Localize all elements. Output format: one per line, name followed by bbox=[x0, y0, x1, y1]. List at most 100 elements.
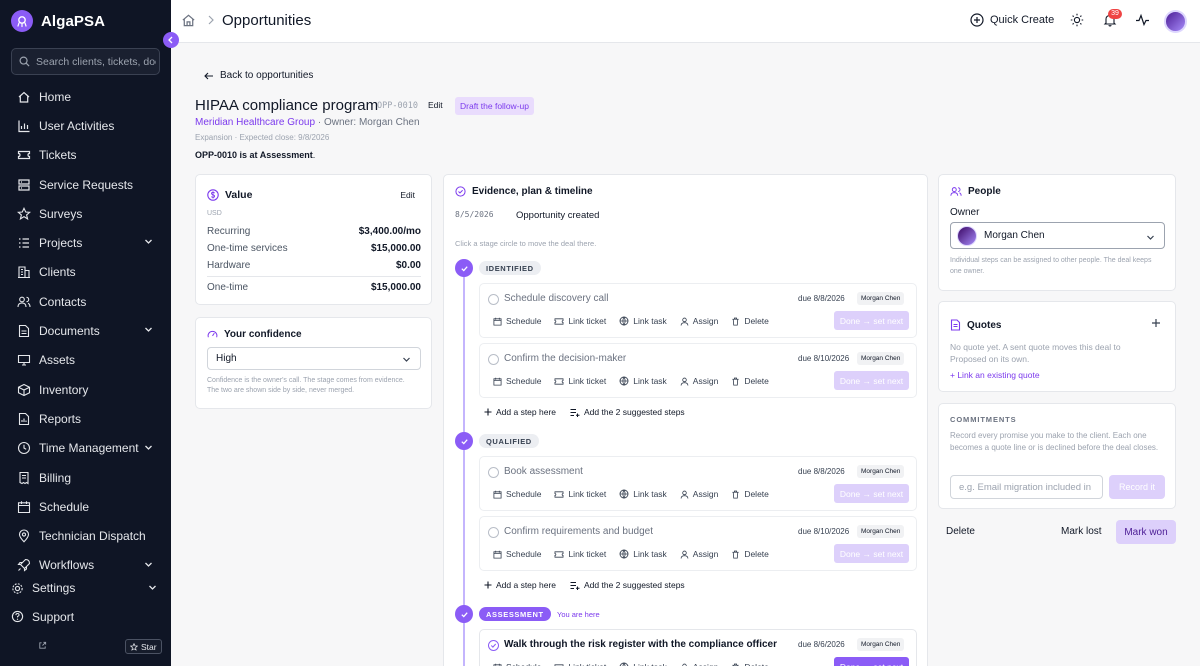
stage-circle-identified[interactable] bbox=[455, 259, 473, 277]
step-delete-button[interactable]: Delete bbox=[731, 376, 769, 386]
add-suggested-steps-button[interactable]: Add the 2 suggested steps bbox=[570, 580, 685, 590]
step-owner-chip[interactable]: Morgan Chen bbox=[857, 465, 905, 478]
step-assign-button[interactable]: Assign bbox=[680, 376, 718, 386]
mark-lost-button[interactable]: Mark lost bbox=[1061, 526, 1102, 537]
stage-label: QUALIFIED bbox=[479, 434, 539, 448]
step-title[interactable]: Confirm requirements and budget bbox=[504, 526, 653, 537]
step-action-label: Assign bbox=[692, 549, 719, 559]
brand[interactable]: AlgaPSA bbox=[11, 10, 105, 32]
step-link-task-button[interactable]: Link task bbox=[619, 662, 667, 666]
step-assign-button[interactable]: Assign bbox=[680, 489, 718, 499]
done-set-next-button[interactable]: Done → set next bbox=[834, 657, 909, 666]
step-owner-chip[interactable]: Morgan Chen bbox=[857, 352, 905, 365]
value-row: One-time services $15,000.00 bbox=[207, 243, 421, 254]
sidebar-item-projects[interactable]: Projects bbox=[0, 228, 171, 257]
sidebar-item-settings[interactable]: Settings bbox=[0, 576, 171, 600]
sidebar-item-assets[interactable]: Assets bbox=[0, 346, 171, 375]
commitment-input[interactable] bbox=[950, 475, 1103, 499]
edit-value-button[interactable]: Edit bbox=[400, 190, 415, 200]
done-set-next-button[interactable]: Done → set next bbox=[834, 544, 909, 563]
sidebar-item-contacts[interactable]: Contacts bbox=[0, 287, 171, 316]
step-schedule-button[interactable]: Schedule bbox=[493, 549, 541, 559]
user-avatar[interactable] bbox=[1164, 10, 1187, 33]
sidebar-item-label: Clients bbox=[39, 265, 76, 280]
sidebar-item-support[interactable]: Support bbox=[0, 600, 171, 633]
external-link-icon[interactable] bbox=[38, 641, 47, 650]
sidebar-item-user-activities[interactable]: User Activities bbox=[0, 111, 171, 140]
edit-opportunity-button[interactable]: Edit bbox=[428, 100, 443, 110]
home-icon[interactable] bbox=[181, 13, 196, 28]
step-owner-chip[interactable]: Morgan Chen bbox=[857, 292, 905, 305]
step-delete-button[interactable]: Delete bbox=[731, 662, 769, 666]
sidebar-item-service-requests[interactable]: Service Requests bbox=[0, 170, 171, 199]
owner-select[interactable]: Morgan Chen bbox=[950, 222, 1165, 249]
chevron-down-icon bbox=[403, 357, 410, 362]
step-title[interactable]: Confirm the decision-maker bbox=[504, 353, 626, 364]
stage-circle-assessment[interactable] bbox=[455, 605, 473, 623]
client-link[interactable]: Meridian Healthcare Group bbox=[195, 117, 315, 128]
step-link-task-button[interactable]: Link task bbox=[619, 489, 667, 499]
step-title[interactable]: Book assessment bbox=[504, 466, 583, 477]
done-set-next-button[interactable]: Done → set next bbox=[834, 484, 909, 503]
step-title[interactable]: Walk through the risk register with the … bbox=[504, 639, 777, 650]
stage-circle-qualified[interactable] bbox=[455, 432, 473, 450]
step-schedule-button[interactable]: Schedule bbox=[493, 316, 541, 326]
add-step-button[interactable]: Add a step here bbox=[484, 407, 556, 417]
step-delete-button[interactable]: Delete bbox=[731, 549, 769, 559]
sidebar-item-home[interactable]: Home bbox=[0, 82, 171, 111]
sidebar-item-time-management[interactable]: Time Management bbox=[0, 434, 171, 463]
step-schedule-button[interactable]: Schedule bbox=[493, 376, 541, 386]
search-input[interactable] bbox=[36, 55, 156, 68]
delete-opportunity-button[interactable]: Delete bbox=[946, 526, 975, 537]
sidebar-item-tickets[interactable]: Tickets bbox=[0, 141, 171, 170]
step-complete-checkbox[interactable] bbox=[488, 354, 499, 365]
record-commitment-button[interactable]: Record it bbox=[1109, 475, 1165, 499]
collapse-sidebar-button[interactable] bbox=[163, 32, 179, 48]
step-owner-chip[interactable]: Morgan Chen bbox=[857, 638, 905, 651]
step-link-ticket-button[interactable]: Link ticket bbox=[554, 316, 606, 326]
step-link-task-button[interactable]: Link task bbox=[619, 549, 667, 559]
quick-create-button[interactable]: Quick Create bbox=[970, 13, 1054, 27]
step-delete-button[interactable]: Delete bbox=[731, 489, 769, 499]
step-assign-button[interactable]: Assign bbox=[680, 316, 718, 326]
sidebar-item-surveys[interactable]: Surveys bbox=[0, 199, 171, 228]
sidebar-item-technician-dispatch[interactable]: Technician Dispatch bbox=[0, 521, 171, 550]
step-complete-checkbox[interactable] bbox=[488, 640, 499, 651]
sidebar-item-clients[interactable]: Clients bbox=[0, 258, 171, 287]
step-link-ticket-button[interactable]: Link ticket bbox=[554, 662, 606, 666]
step-delete-button[interactable]: Delete bbox=[731, 316, 769, 326]
sidebar-item-billing[interactable]: Billing bbox=[0, 463, 171, 492]
sidebar-item-documents[interactable]: Documents bbox=[0, 316, 171, 345]
draft-follow-up-button[interactable]: Draft the follow-up bbox=[455, 97, 534, 115]
sun-icon[interactable] bbox=[1070, 13, 1084, 27]
sidebar-item-reports[interactable]: Reports bbox=[0, 404, 171, 433]
activity-icon[interactable] bbox=[1135, 13, 1150, 27]
add-suggested-steps-button[interactable]: Add the 2 suggested steps bbox=[570, 407, 685, 417]
add-quote-plus-icon[interactable] bbox=[1151, 318, 1161, 328]
back-to-opportunities-link[interactable]: Back to opportunities bbox=[204, 70, 313, 81]
step-link-task-button[interactable]: Link task bbox=[619, 316, 667, 326]
sidebar-item-inventory[interactable]: Inventory bbox=[0, 375, 171, 404]
step-assign-button[interactable]: Assign bbox=[680, 662, 718, 666]
done-set-next-button[interactable]: Done → set next bbox=[834, 311, 909, 330]
add-step-button[interactable]: Add a step here bbox=[484, 580, 556, 590]
step-assign-button[interactable]: Assign bbox=[680, 549, 719, 559]
step-owner-chip[interactable]: Morgan Chen bbox=[857, 525, 905, 538]
done-set-next-button[interactable]: Done → set next bbox=[834, 371, 909, 390]
sidebar-search[interactable] bbox=[11, 48, 160, 75]
github-star-button[interactable]: Star bbox=[125, 639, 162, 654]
step-link-ticket-button[interactable]: Link ticket bbox=[554, 489, 606, 499]
step-link-task-button[interactable]: Link task bbox=[619, 376, 667, 386]
step-link-ticket-button[interactable]: Link ticket bbox=[554, 549, 606, 559]
step-title[interactable]: Schedule discovery call bbox=[504, 293, 609, 304]
confidence-select[interactable]: High bbox=[207, 347, 421, 370]
step-link-ticket-button[interactable]: Link ticket bbox=[554, 376, 606, 386]
step-complete-checkbox[interactable] bbox=[488, 467, 499, 478]
link-existing-quote-link[interactable]: + Link an existing quote bbox=[950, 370, 1040, 380]
step-schedule-button[interactable]: Schedule bbox=[493, 489, 541, 499]
step-schedule-button[interactable]: Schedule bbox=[493, 662, 541, 666]
mark-won-button[interactable]: Mark won bbox=[1116, 520, 1176, 544]
step-complete-checkbox[interactable] bbox=[488, 527, 499, 538]
step-complete-checkbox[interactable] bbox=[488, 294, 499, 305]
sidebar-item-schedule[interactable]: Schedule bbox=[0, 492, 171, 521]
